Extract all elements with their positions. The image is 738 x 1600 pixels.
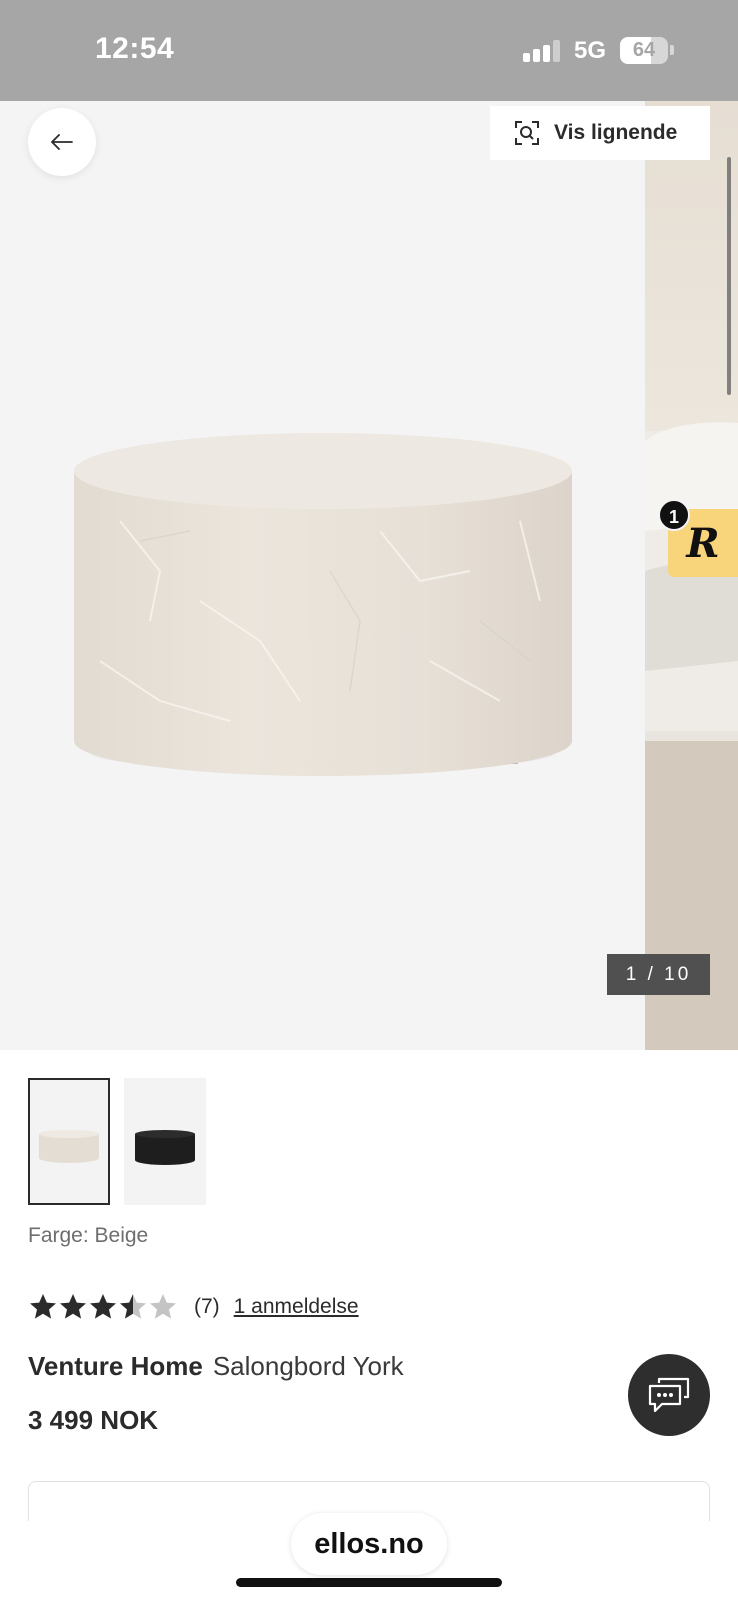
product-brand[interactable]: Venture Home [28,1351,203,1381]
battery-tip [670,45,674,55]
rating-count: (7) [194,1295,220,1318]
image-counter: 1 / 10 [607,954,710,995]
rewards-badge-letter: R [686,519,720,567]
rewards-badge-count: 1 [658,499,690,531]
browser-url-bar[interactable]: ellos.no [291,1513,447,1575]
product-title: Venture Home Salongbord York [28,1351,404,1382]
color-thumbnail-black[interactable] [124,1078,206,1205]
product-name: Salongbord York [212,1351,404,1381]
thumbnail-black-table-image [135,1130,195,1165]
star-icon [30,1294,56,1319]
cellular-signal-icon [523,40,561,62]
star-icon [90,1294,116,1319]
product-price: 3 499 NOK [28,1405,159,1435]
arrow-left-icon [51,134,73,150]
product-photo-main[interactable] [0,101,645,1050]
rating-stars [28,1292,178,1322]
show-similar-label: Vis lignende [554,121,678,144]
home-indicator[interactable] [236,1578,502,1587]
network-type: 5G [574,37,607,64]
visual-search-icon [515,121,539,145]
star-icon [60,1294,86,1319]
product-rating: (7) 1 anmeldelse [28,1292,359,1322]
chat-button[interactable] [628,1354,710,1436]
star-icon [120,1294,146,1319]
star-icon [150,1294,176,1319]
show-similar-button[interactable]: Vis lignende [490,106,710,160]
browser-url: ellos.no [314,1527,424,1560]
status-bar: 12:54 5G 64 [0,0,738,101]
selected-color-label: Farge: Beige [28,1224,149,1247]
battery-percent: 64 [632,39,656,61]
reviews-link[interactable]: 1 anmeldelse [234,1295,359,1319]
color-thumbnail-beige[interactable] [28,1078,110,1205]
round-coffee-table-image [74,433,572,776]
back-button[interactable] [28,108,96,176]
thumbnail-beige-table-image [39,1130,99,1163]
battery-icon: 64 [620,37,668,64]
product-image-gallery[interactable]: Vis lignende R 1 1 / 10 [0,101,738,1050]
gallery-scroll-indicator [727,157,731,395]
status-time: 12:54 [95,32,175,65]
chat-bubbles-icon [648,1377,690,1413]
